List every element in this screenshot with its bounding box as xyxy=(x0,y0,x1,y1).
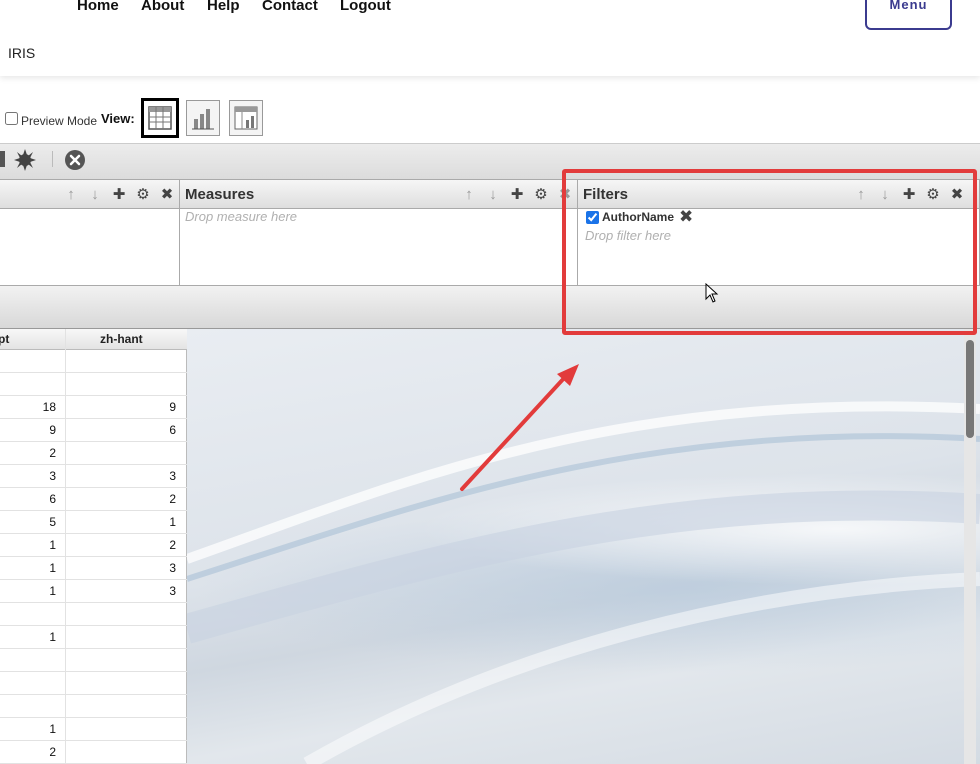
results-background xyxy=(187,329,980,764)
nav-help-link[interactable]: Help xyxy=(207,0,240,14)
table-row xyxy=(0,603,187,626)
options-band xyxy=(0,285,980,329)
nav-about-link[interactable]: About xyxy=(141,0,184,14)
nav-logout-link[interactable]: Logout xyxy=(340,0,391,14)
combined-view-icon xyxy=(234,106,258,130)
table-row: 13 xyxy=(0,557,187,580)
column-header-zh-hant[interactable]: zh-hant xyxy=(100,332,143,346)
cell-zh-hant: 3 xyxy=(169,469,176,483)
preview-mode-checkbox[interactable] xyxy=(5,112,18,125)
table-row: 2 xyxy=(0,741,187,764)
column-header-pt[interactable]: pt xyxy=(0,332,9,346)
cell-zh-hant: 2 xyxy=(169,492,176,506)
table-row xyxy=(0,649,187,672)
table-row: 51 xyxy=(0,511,187,534)
cell-pt: 6 xyxy=(49,492,56,506)
measures-drop-hint: Drop measure here xyxy=(185,209,297,224)
cell-pt: 1 xyxy=(49,538,56,552)
table-row: 2 xyxy=(0,442,187,465)
cell-pt: 1 xyxy=(49,630,56,644)
table-row: 62 xyxy=(0,488,187,511)
cell-pt: 2 xyxy=(49,446,56,460)
nav-home-link[interactable]: Home xyxy=(77,0,119,14)
rows-zone-header: ↑ ↓ ✚ ⚙ ✖ xyxy=(0,179,179,209)
gear-icon[interactable]: ⚙ xyxy=(925,187,941,203)
filter-label: AuthorName xyxy=(602,210,675,224)
move-up-icon[interactable]: ↑ xyxy=(853,187,869,203)
cell-pt: 5 xyxy=(49,515,56,529)
measures-title: Measures xyxy=(185,186,255,203)
rows-zone[interactable]: ↑ ↓ ✚ ⚙ ✖ xyxy=(0,179,180,285)
measures-zone-header: Measures ↑ ↓ ✚ ⚙ ✖ xyxy=(180,179,577,209)
filters-zone-header: Filters ↑ ↓ ✚ ⚙ ✖ xyxy=(578,179,979,209)
cell-zh-hant: 3 xyxy=(169,561,176,575)
move-down-icon[interactable]: ↓ xyxy=(87,187,103,203)
cell-zh-hant: 9 xyxy=(169,400,176,414)
cell-zh-hant: 6 xyxy=(169,423,176,437)
chart-view-button[interactable] xyxy=(186,100,220,136)
move-down-icon[interactable]: ↓ xyxy=(485,187,501,203)
filters-title: Filters xyxy=(583,186,629,203)
table-row: 1 xyxy=(0,626,187,649)
preview-mode-label: Preview Mode xyxy=(21,114,98,128)
cell-zh-hant: 2 xyxy=(169,538,176,552)
pivot-table: pt zh-hant 18 9 9 6 2 3 3 6 2 5 1 1 2 1 3 1 3 1 1 2 xyxy=(0,329,187,764)
table-row: 1 xyxy=(0,718,187,741)
column-divider xyxy=(65,329,66,764)
mouse-cursor-icon xyxy=(705,283,719,303)
filters-zone[interactable]: Filters ↑ ↓ ✚ ⚙ ✖ AuthorName ✖ Drop filt… xyxy=(577,179,980,285)
filter-item-authorname: AuthorName ✖ xyxy=(586,208,693,225)
menu-button[interactable]: Menu xyxy=(865,0,952,30)
cell-pt: 1 xyxy=(49,584,56,598)
cell-pt: 2 xyxy=(49,745,56,759)
table-view-button[interactable] xyxy=(141,98,179,138)
close-icon[interactable]: ✖ xyxy=(159,187,175,203)
cell-zh-hant: 1 xyxy=(169,515,176,529)
gear-icon[interactable]: ⚙ xyxy=(135,187,151,203)
add-icon[interactable]: ✚ xyxy=(509,187,525,203)
move-up-icon[interactable]: ↑ xyxy=(461,187,477,203)
table-row: 33 xyxy=(0,465,187,488)
table-row: 13 xyxy=(0,580,187,603)
table-row xyxy=(0,695,187,718)
view-label: View: xyxy=(101,111,135,126)
cell-pt: 9 xyxy=(49,423,56,437)
background-swirl xyxy=(187,401,980,764)
chart-view-icon xyxy=(192,109,214,130)
pivot-toolbar xyxy=(0,143,980,179)
cell-pt: 1 xyxy=(49,561,56,575)
filters-drop-hint: Drop filter here xyxy=(585,228,671,243)
gear-icon[interactable]: ⚙ xyxy=(533,187,549,203)
cell-pt: 18 xyxy=(42,400,56,414)
close-icon[interactable]: ✖ xyxy=(557,187,573,203)
table-row: 12 xyxy=(0,534,187,557)
cell-pt: 1 xyxy=(49,722,56,736)
remove-filter-icon[interactable]: ✖ xyxy=(679,208,693,225)
table-view-icon xyxy=(148,106,172,130)
close-icon[interactable]: ✖ xyxy=(949,187,965,203)
site-header: Home About Help Contact Logout Menu IRIS xyxy=(0,0,980,76)
clear-circle-icon[interactable] xyxy=(64,149,86,171)
toolbar-edge-icon xyxy=(0,151,5,167)
table-row: 96 xyxy=(0,419,187,442)
table-row xyxy=(0,373,187,396)
combined-view-button[interactable] xyxy=(229,100,263,136)
move-up-icon[interactable]: ↑ xyxy=(63,187,79,203)
nav-contact-link[interactable]: Contact xyxy=(262,0,318,14)
table-row: 18 9 xyxy=(0,396,187,419)
measures-zone[interactable]: Measures ↑ ↓ ✚ ⚙ ✖ Drop measure here xyxy=(179,179,578,285)
table-row xyxy=(0,672,187,695)
move-down-icon[interactable]: ↓ xyxy=(877,187,893,203)
filter-checkbox[interactable] xyxy=(586,210,599,224)
gear-burst-icon[interactable] xyxy=(13,149,37,171)
add-icon[interactable]: ✚ xyxy=(901,187,917,203)
add-icon[interactable]: ✚ xyxy=(111,187,127,203)
table-header: pt zh-hant xyxy=(0,329,187,350)
cell-pt: 3 xyxy=(49,469,56,483)
cell-zh-hant: 3 xyxy=(169,584,176,598)
table-row xyxy=(0,350,187,373)
brand-label: IRIS xyxy=(8,45,36,61)
scroll-thumb[interactable] xyxy=(966,340,974,438)
toolbar-divider xyxy=(52,151,53,167)
